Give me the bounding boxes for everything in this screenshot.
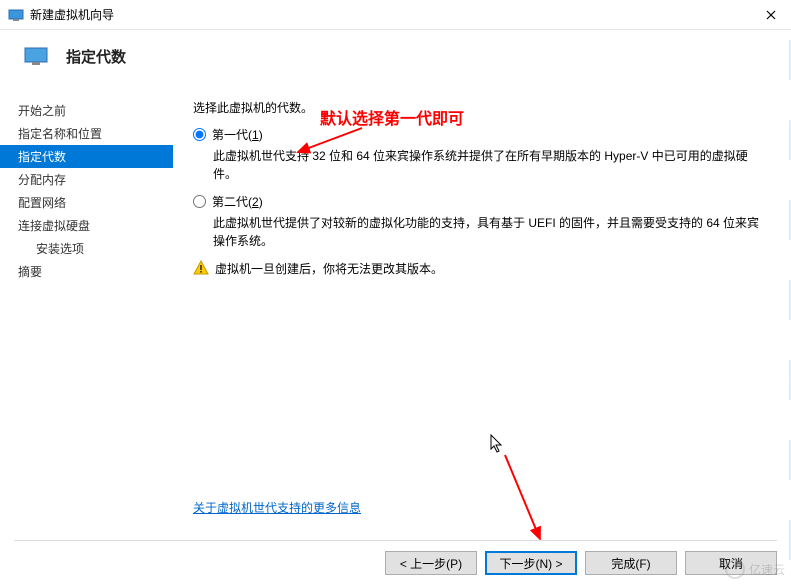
sidebar-item-name-location[interactable]: 指定名称和位置 [0,122,173,145]
titlebar: 新建虚拟机向导 [0,0,791,30]
generation-option-2: 第二代(2) 此虚拟机世代提供了对较新的虚拟化功能的支持，具有基于 UEFI 的… [193,193,767,250]
close-button[interactable] [751,0,791,30]
wizard-content: 选择此虚拟机的代数。 第一代(1) 此虚拟机世代支持 32 位和 64 位来宾操… [173,86,791,516]
more-info-link[interactable]: 关于虚拟机世代支持的更多信息 [193,501,361,515]
more-info-row: 关于虚拟机世代支持的更多信息 [193,499,361,516]
content-intro: 选择此虚拟机的代数。 [193,99,767,116]
warning-text: 虚拟机一旦创建后，你将无法更改其版本。 [215,260,443,277]
wizard-header: 指定代数 [0,30,791,86]
gen1-radio[interactable] [193,128,206,141]
gen2-label: 第二代(2) [212,193,263,210]
cancel-button[interactable]: 取消 [685,551,777,575]
window-title: 新建虚拟机向导 [30,6,751,23]
gen2-radio-row[interactable]: 第二代(2) [193,193,767,210]
page-title: 指定代数 [66,46,126,67]
wizard-steps-sidebar: 开始之前 指定名称和位置 指定代数 分配内存 配置网络 连接虚拟硬盘 安装选项 … [0,86,173,516]
sidebar-item-generation[interactable]: 指定代数 [0,145,173,168]
sidebar-item-network[interactable]: 配置网络 [0,191,173,214]
gen2-description: 此虚拟机世代提供了对较新的虚拟化功能的支持，具有基于 UEFI 的固件，并且需要… [213,214,767,250]
sidebar-item-summary[interactable]: 摘要 [0,260,173,283]
warning-icon [193,260,209,276]
sidebar-item-vhd[interactable]: 连接虚拟硬盘 [0,214,173,237]
gen1-label: 第一代(1) [212,126,263,143]
sidebar-item-install-options[interactable]: 安装选项 [0,237,173,260]
next-button[interactable]: 下一步(N) > [485,551,577,575]
wizard-footer: < 上一步(P) 下一步(N) > 完成(F) 取消 [14,540,777,575]
app-icon [8,7,24,23]
sidebar-item-memory[interactable]: 分配内存 [0,168,173,191]
gen2-radio[interactable] [193,195,206,208]
finish-button[interactable]: 完成(F) [585,551,677,575]
header-icon [24,44,48,68]
generation-option-1: 第一代(1) 此虚拟机世代支持 32 位和 64 位来宾操作系统并提供了在所有早… [193,126,767,183]
sidebar-item-before-begin[interactable]: 开始之前 [0,99,173,122]
gen1-description: 此虚拟机世代支持 32 位和 64 位来宾操作系统并提供了在所有早期版本的 Hy… [213,147,767,183]
previous-button[interactable]: < 上一步(P) [385,551,477,575]
gen1-radio-row[interactable]: 第一代(1) [193,126,767,143]
warning-row: 虚拟机一旦创建后，你将无法更改其版本。 [193,260,767,277]
